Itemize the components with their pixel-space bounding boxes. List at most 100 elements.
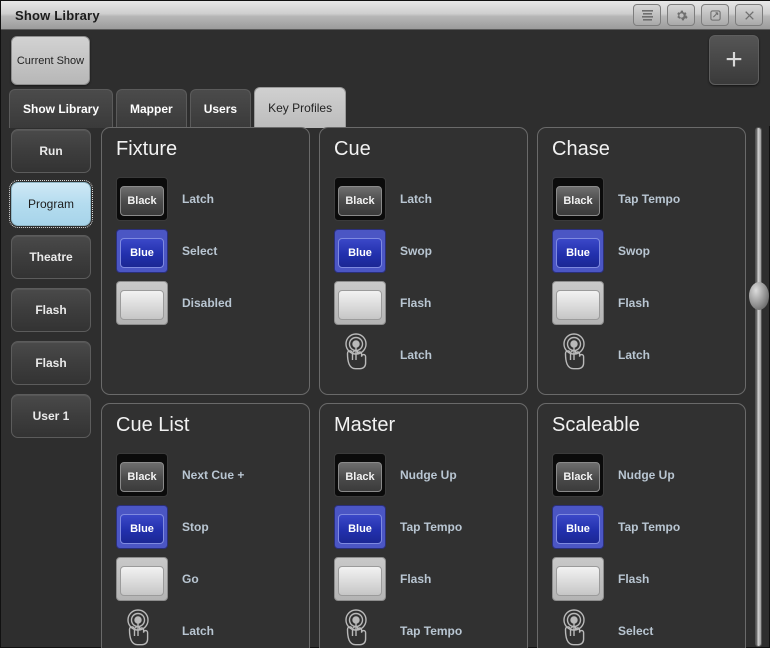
sidebar-item-flash[interactable]: Flash: [11, 341, 91, 385]
key-action-label[interactable]: Latch: [182, 192, 214, 206]
tab-show-library[interactable]: Show Library: [9, 89, 113, 128]
restore-icon[interactable]: [701, 4, 729, 26]
key-action-label[interactable]: Stop: [182, 520, 209, 534]
key-button-blue[interactable]: Blue: [116, 505, 168, 549]
window-controls: [633, 4, 770, 26]
key-action-label[interactable]: Flash: [400, 572, 431, 586]
key-button-black[interactable]: Black: [116, 177, 168, 221]
sidebar-item-flash[interactable]: Flash: [11, 288, 91, 332]
key-button-white[interactable]: [552, 557, 604, 601]
key-action-label[interactable]: Latch: [618, 348, 650, 362]
touch-gesture-icon: [340, 609, 380, 648]
sidebar-item-program[interactable]: Program: [11, 182, 91, 226]
key-mapping-row: Flash: [334, 554, 521, 604]
key-button-label: Blue: [338, 514, 382, 544]
current-show-label: Current Show: [17, 55, 84, 67]
tab-mapper[interactable]: Mapper: [116, 89, 187, 128]
key-action-label[interactable]: Flash: [618, 296, 649, 310]
key-button-blue[interactable]: Blue: [116, 229, 168, 273]
key-button-label: Black: [120, 462, 164, 492]
key-button-label: Blue: [556, 238, 600, 268]
key-button-white[interactable]: [552, 281, 604, 325]
key-action-label[interactable]: Flash: [400, 296, 431, 310]
panel-rows: Black Tap Tempo Blue Swop Flash Latch: [552, 174, 739, 380]
key-button-black[interactable]: Black: [334, 453, 386, 497]
key-action-label[interactable]: Swop: [400, 244, 432, 258]
key-action-label[interactable]: Select: [618, 624, 653, 638]
key-button-blue[interactable]: Blue: [552, 229, 604, 273]
key-action-label[interactable]: Nudge Up: [618, 468, 675, 482]
key-button-label: Black: [120, 186, 164, 216]
key-button-label: Blue: [120, 514, 164, 544]
touch-gesture-icon[interactable]: [334, 333, 386, 377]
key-action-label[interactable]: Latch: [400, 192, 432, 206]
sidebar-item-label: Flash: [35, 303, 66, 317]
panel-cue: CueBlackLatchBlueSwopFlashLatch: [319, 127, 528, 395]
sidebar-item-label: Program: [28, 197, 74, 211]
touch-gesture-icon: [558, 333, 598, 377]
key-action-label[interactable]: Select: [182, 244, 217, 258]
sidebar-item-run[interactable]: Run: [11, 129, 91, 173]
key-button-black[interactable]: Black: [334, 177, 386, 221]
vertical-scrollbar[interactable]: [750, 127, 766, 647]
key-action-label[interactable]: Tap Tempo: [400, 520, 462, 534]
title-bar: Show Library: [1, 1, 770, 30]
panel-chase: Chase Black Tap Tempo Blue Swop Flash Latch: [537, 127, 746, 395]
touch-gesture-icon[interactable]: [334, 609, 386, 648]
key-mapping-row: Blue Stop: [116, 502, 303, 552]
menu-icon[interactable]: [633, 4, 661, 26]
touch-gesture-icon[interactable]: [552, 333, 604, 377]
key-action-label[interactable]: Nudge Up: [400, 468, 457, 482]
key-action-label[interactable]: Tap Tempo: [400, 624, 462, 638]
sidebar-item-user-1[interactable]: User 1: [11, 394, 91, 438]
key-button-label: Blue: [338, 238, 382, 268]
key-action-label[interactable]: Tap Tempo: [618, 520, 680, 534]
top-bar: Current Show + Show LibraryMapperUsersKe…: [1, 30, 770, 126]
panel-title: Chase: [552, 138, 610, 161]
key-mapping-row: Blue Tap Tempo: [334, 502, 521, 552]
key-action-label[interactable]: Latch: [182, 624, 214, 638]
key-button-label: [338, 566, 382, 596]
sidebar-item-label: Theatre: [29, 250, 72, 264]
current-show-button[interactable]: Current Show: [11, 36, 90, 85]
key-button-black[interactable]: Black: [552, 453, 604, 497]
key-mapping-row: Black Tap Tempo: [552, 174, 739, 224]
key-action-label[interactable]: Disabled: [182, 296, 232, 310]
touch-gesture-icon[interactable]: [116, 609, 168, 648]
key-action-label[interactable]: Go: [182, 572, 199, 586]
key-action-label[interactable]: Next Cue +: [182, 468, 244, 482]
add-button[interactable]: +: [709, 35, 759, 85]
sidebar-item-theatre[interactable]: Theatre: [11, 235, 91, 279]
key-button-black[interactable]: Black: [116, 453, 168, 497]
scrollbar-thumb[interactable]: [749, 282, 769, 310]
key-button-white[interactable]: [334, 557, 386, 601]
scrollbar-track[interactable]: [755, 127, 762, 647]
key-button-blue[interactable]: Blue: [552, 505, 604, 549]
key-action-label[interactable]: Flash: [618, 572, 649, 586]
key-mapping-row: Black Nudge Up: [552, 450, 739, 500]
key-profile-list: Run Program Theatre Flash Flash User 1: [11, 129, 91, 438]
key-action-label[interactable]: Latch: [400, 348, 432, 362]
key-button-white[interactable]: [116, 281, 168, 325]
key-button-black[interactable]: Black: [552, 177, 604, 221]
panel-rows: Black Latch Blue Select Disabled: [116, 174, 303, 328]
key-mapping-row: Latch: [552, 330, 739, 380]
key-action-label[interactable]: Swop: [618, 244, 650, 258]
tab-key-profiles[interactable]: Key Profiles: [254, 87, 346, 128]
key-button-blue[interactable]: Blue: [334, 229, 386, 273]
tab-users[interactable]: Users: [190, 89, 251, 128]
close-icon[interactable]: [735, 4, 763, 26]
key-button-label: [120, 566, 164, 596]
key-mapping-row: Blue Select: [116, 226, 303, 276]
key-button-white[interactable]: [116, 557, 168, 601]
plus-icon: +: [725, 47, 743, 73]
key-action-label[interactable]: Tap Tempo: [618, 192, 680, 206]
gear-icon[interactable]: [667, 4, 695, 26]
window-title: Show Library: [15, 8, 100, 23]
key-button-blue[interactable]: Blue: [334, 505, 386, 549]
key-mapping-row: Black Latch: [334, 174, 521, 224]
key-mapping-row: Go: [116, 554, 303, 604]
touch-gesture-icon[interactable]: [552, 609, 604, 648]
key-button-white[interactable]: [334, 281, 386, 325]
key-mapping-row: Flash: [552, 278, 739, 328]
